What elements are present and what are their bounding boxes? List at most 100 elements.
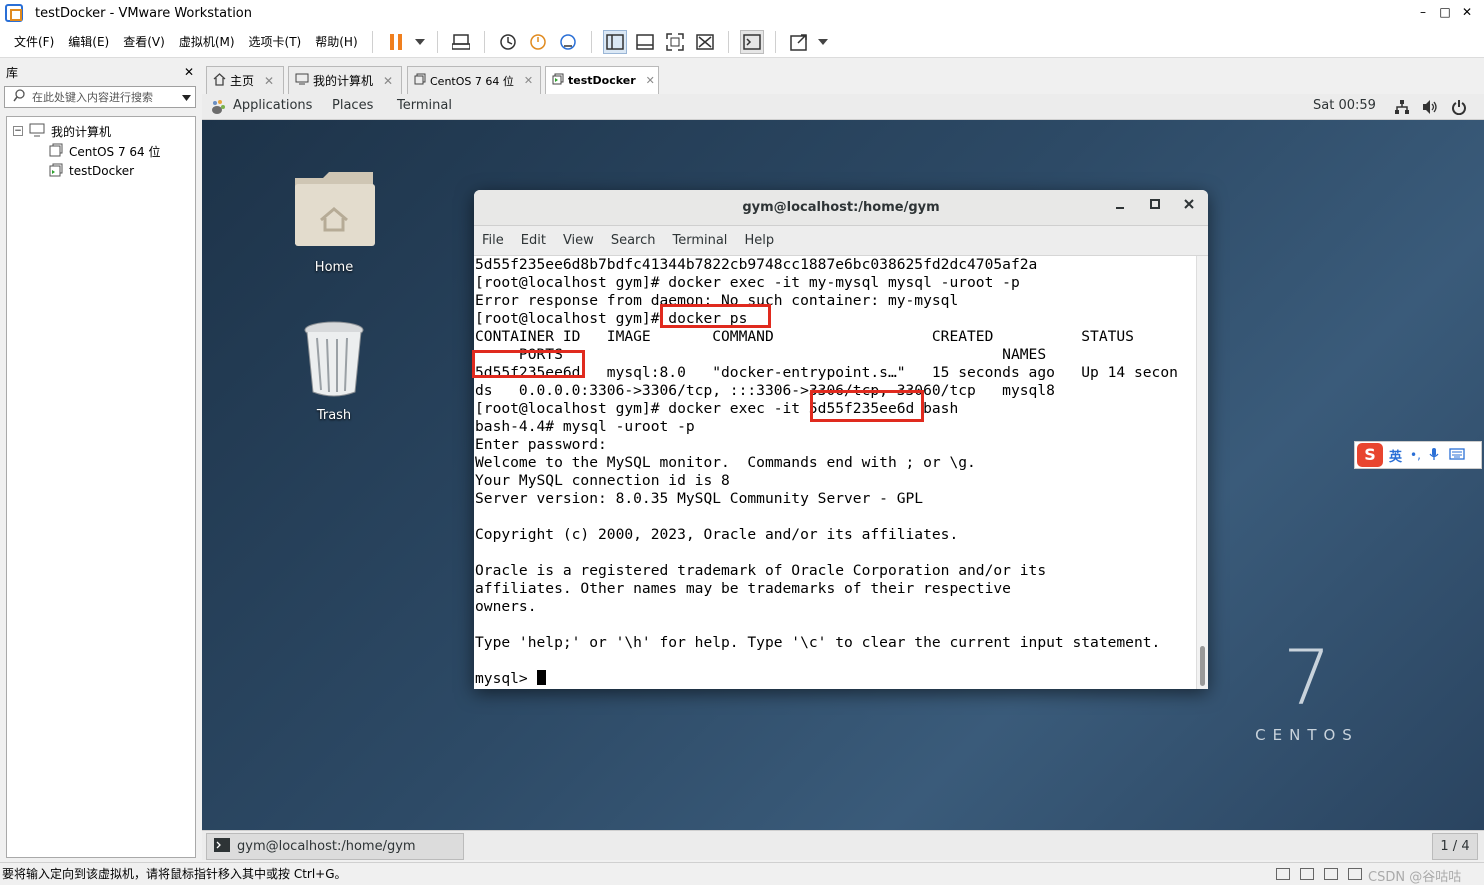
close-icon[interactable]: ✕	[1456, 2, 1478, 22]
search-icon	[13, 89, 26, 105]
volume-icon[interactable]	[1422, 99, 1438, 119]
centos-logo-number: 7	[1282, 633, 1332, 722]
terminal-line: ds 0.0.0.0:3306->3306/tcp, :::3306->3306…	[475, 382, 1055, 399]
menu-vm[interactable]: 虚拟机(M)	[173, 33, 241, 50]
terminal-maximize-icon[interactable]	[1149, 198, 1161, 214]
terminal-titlebar[interactable]: gym@localhost:/home/gym	[474, 190, 1208, 226]
tab-label: 主页	[230, 74, 255, 88]
library-header: 库 ✕	[0, 62, 200, 82]
revert-snapshot-icon[interactable]	[526, 30, 550, 54]
network-adapter-icon[interactable]	[1324, 868, 1338, 880]
taskbar-terminal-item[interactable]: gym@localhost:/home/gym	[206, 833, 464, 860]
tab-close-icon[interactable]: ✕	[383, 74, 393, 88]
tab-testdocker[interactable]: testDocker ✕	[545, 66, 659, 94]
tab-close-icon[interactable]: ✕	[264, 74, 274, 88]
gnome-places-menu[interactable]: Places	[332, 98, 373, 113]
annotation-box	[472, 350, 585, 378]
terminal-close-icon[interactable]	[1183, 198, 1195, 214]
home-icon	[213, 72, 226, 89]
trash-icon	[301, 321, 367, 402]
unity-mode-icon[interactable]	[693, 30, 717, 54]
menu-toolbar: 文件(F) 编辑(E) 查看(V) 虚拟机(M) 选项卡(T) 帮助(H)	[0, 26, 1484, 58]
library-panel: 库 ✕ 在此处键入内容进行搜索 − 我的计算机 CentOS 7 64 位 te…	[0, 62, 200, 860]
thumbnail-bar-icon[interactable]	[633, 30, 657, 54]
centos-logo-text: CENTOS	[1255, 726, 1359, 744]
window-titlebar: testDocker - VMware Workstation – □ ✕	[0, 0, 1484, 26]
menu-help[interactable]: 帮助(H)	[309, 33, 363, 50]
ime-toolbar[interactable]: S 英 •,	[1354, 441, 1482, 469]
gnome-desktop[interactable]: Home Trash 7 CENTOS gym@localhost:/home/…	[202, 120, 1484, 830]
menu-file[interactable]: 文件(F)	[8, 33, 60, 50]
toolbar-divider	[371, 30, 373, 53]
network-icon[interactable]	[1394, 99, 1410, 119]
tree-item-centos[interactable]: CentOS 7 64 位	[49, 141, 160, 161]
menu-edit[interactable]: 编辑(E)	[62, 33, 115, 50]
usb-icon[interactable]	[1348, 868, 1362, 880]
keyboard-icon[interactable]	[1449, 447, 1465, 463]
terminal-menu-file[interactable]: File	[482, 233, 504, 248]
full-screen-icon[interactable]	[663, 30, 687, 54]
tree-item-my-computer[interactable]: − 我的计算机	[13, 121, 111, 141]
maximize-icon[interactable]: □	[1434, 2, 1456, 22]
terminal-scrollbar[interactable]	[1196, 256, 1208, 689]
terminal-window[interactable]: gym@localhost:/home/gym File Edit View S…	[474, 190, 1208, 689]
tab-centos[interactable]: CentOS 7 64 位 ✕	[407, 66, 541, 94]
snapshot-manager-icon[interactable]	[556, 30, 580, 54]
terminal-line: mysql>	[475, 670, 546, 688]
terminal-menu-terminal[interactable]: Terminal	[672, 233, 727, 248]
desktop-icon-label: Trash	[316, 408, 352, 423]
ime-punctuation[interactable]: •,	[1410, 448, 1421, 462]
scrollbar-thumb[interactable]	[1200, 646, 1205, 686]
menu-view[interactable]: 查看(V)	[117, 33, 171, 50]
snapshot-icon[interactable]	[496, 30, 520, 54]
console-view-icon[interactable]	[739, 29, 764, 54]
send-ctrl-alt-del-icon[interactable]	[449, 30, 473, 54]
chevron-down-icon[interactable]	[817, 30, 829, 54]
stretch-guest-icon[interactable]	[787, 30, 811, 54]
terminal-output[interactable]: 5d55f235ee6d8b7bdfc41344b7822cb9748cc188…	[474, 256, 1196, 689]
tree-item-testdocker[interactable]: testDocker	[49, 161, 134, 181]
terminal-line: Server version: 8.0.35 MySQL Community S…	[475, 490, 924, 507]
terminal-menu-edit[interactable]: Edit	[521, 233, 546, 248]
hard-disk-icon[interactable]	[1276, 868, 1290, 880]
power-icon[interactable]	[1451, 99, 1467, 119]
terminal-title: gym@localhost:/home/gym	[742, 200, 940, 215]
terminal-line: owners.	[475, 598, 537, 615]
tab-my-computer[interactable]: 我的计算机 ✕	[288, 66, 402, 94]
desktop-trash[interactable]: Trash	[274, 320, 394, 423]
status-hint: 要将输入定向到该虚拟机，请将鼠标指针移入其中或按 Ctrl+G。	[2, 867, 347, 881]
cd-drive-icon[interactable]	[1300, 868, 1314, 880]
gnome-clock[interactable]: Sat 00:59	[1313, 98, 1376, 113]
library-close-icon[interactable]: ✕	[184, 65, 194, 79]
chevron-down-icon[interactable]	[182, 91, 191, 104]
terminal-line: bash-4.4# mysql -uroot -p	[475, 418, 695, 435]
terminal-menu-help[interactable]: Help	[744, 233, 774, 248]
minimize-icon[interactable]: –	[1412, 2, 1434, 22]
library-search-input[interactable]: 在此处键入内容进行搜索	[4, 86, 196, 108]
menu-tabs[interactable]: 选项卡(T)	[243, 33, 308, 50]
gnome-applications-menu[interactable]: Applications	[233, 98, 312, 113]
terminal-menu-search[interactable]: Search	[611, 233, 656, 248]
workspace-indicator[interactable]: 1 / 4	[1432, 833, 1478, 860]
desktop-home-folder[interactable]: Home	[274, 164, 394, 275]
tab-close-icon[interactable]: ✕	[646, 74, 655, 87]
window-title: testDocker - VMware Workstation	[35, 5, 252, 21]
ime-language[interactable]: 英	[1389, 446, 1402, 465]
terminal-line: [root@localhost gym]# docker exec -it my…	[475, 274, 1020, 291]
chevron-down-icon[interactable]	[414, 30, 426, 54]
tab-home[interactable]: 主页 ✕	[206, 66, 284, 94]
terminal-menu-view[interactable]: View	[563, 233, 594, 248]
show-library-icon[interactable]	[602, 29, 627, 54]
tab-close-icon[interactable]: ✕	[524, 74, 533, 87]
terminal-minimize-icon[interactable]	[1114, 198, 1126, 214]
terminal-menubar: File Edit View Search Terminal Help	[474, 226, 1208, 256]
microphone-icon[interactable]	[1429, 447, 1439, 464]
collapse-icon[interactable]: −	[13, 126, 23, 136]
gnome-terminal-menu[interactable]: Terminal	[397, 98, 452, 113]
pause-icon[interactable]	[384, 30, 408, 54]
toolbar-divider	[774, 30, 776, 53]
sogou-logo-icon[interactable]: S	[1357, 443, 1383, 467]
library-title: 库	[6, 65, 19, 80]
terminal-line: Enter password:	[475, 436, 607, 453]
guest-display[interactable]: Applications Places Terminal Sat 00:59 H…	[202, 94, 1484, 860]
